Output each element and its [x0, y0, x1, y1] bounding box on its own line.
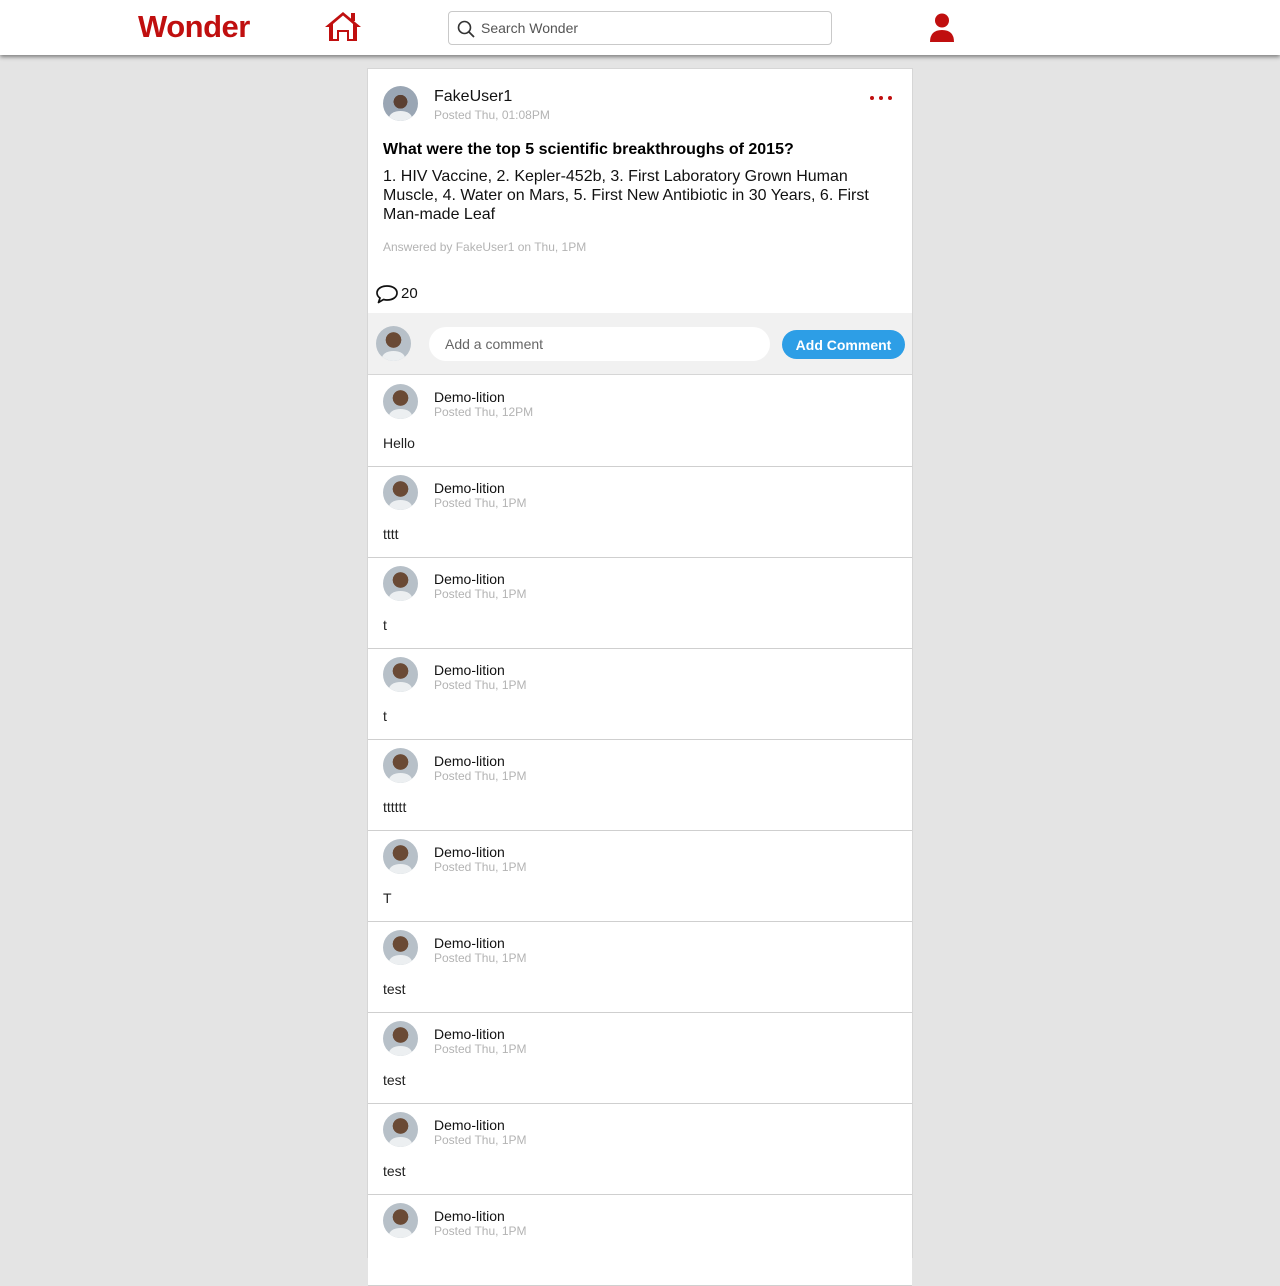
avatar[interactable] [383, 384, 418, 419]
comment-author[interactable]: Demo-lition [434, 1117, 505, 1133]
comment-text: tttt [383, 526, 399, 542]
comment-list: Demo-lition Posted Thu, 12PM Hello Demo-… [368, 376, 912, 1286]
comment-timestamp: Posted Thu, 1PM [434, 678, 527, 692]
comment-text: test [383, 981, 406, 997]
comment-item: Demo-lition Posted Thu, 12PM Hello [368, 376, 912, 467]
comment-text: T [383, 890, 392, 906]
answered-by: Answered by FakeUser1 on Thu, 1PM [383, 240, 587, 254]
avatar[interactable] [383, 475, 418, 510]
comment-compose: Add Comment [368, 313, 912, 375]
avatar[interactable] [383, 566, 418, 601]
comment-item: Demo-lition Posted Thu, 1PM test [368, 922, 912, 1013]
post-author[interactable]: FakeUser1 [434, 88, 512, 106]
comment-item: Demo-lition Posted Thu, 1PM [368, 1195, 912, 1286]
comment-item: Demo-lition Posted Thu, 1PM tttttt [368, 740, 912, 831]
avatar[interactable] [383, 1203, 418, 1238]
more-options-icon[interactable] [870, 90, 892, 106]
avatar[interactable] [383, 1021, 418, 1056]
post-header: FakeUser1 Posted Thu, 01:08PM [383, 86, 897, 126]
search-input[interactable] [481, 13, 821, 43]
comment-timestamp: Posted Thu, 1PM [434, 1042, 527, 1056]
home-icon[interactable] [324, 10, 362, 43]
comment-author[interactable]: Demo-lition [434, 389, 505, 405]
comment-timestamp: Posted Thu, 1PM [434, 1224, 527, 1238]
comment-author[interactable]: Demo-lition [434, 480, 505, 496]
comment-input[interactable] [429, 327, 770, 361]
avatar [376, 326, 411, 361]
comment-text: Hello [383, 435, 415, 451]
comment-author[interactable]: Demo-lition [434, 1026, 505, 1042]
comment-item: Demo-lition Posted Thu, 1PM t [368, 558, 912, 649]
search-icon [457, 20, 475, 38]
comment-item: Demo-lition Posted Thu, 1PM T [368, 831, 912, 922]
wonder-logo[interactable]: Wonder [138, 9, 250, 45]
comment-author[interactable]: Demo-lition [434, 753, 505, 769]
comment-item: Demo-lition Posted Thu, 1PM t [368, 649, 912, 740]
comment-timestamp: Posted Thu, 1PM [434, 1133, 527, 1147]
comment-text: tttttt [383, 799, 407, 815]
comment-text: t [383, 617, 387, 633]
answer-text: 1. HIV Vaccine, 2. Kepler-452b, 3. First… [383, 168, 869, 223]
comment-author[interactable]: Demo-lition [434, 1208, 505, 1224]
post-card: FakeUser1 Posted Thu, 01:08PM What were … [367, 68, 913, 1286]
avatar[interactable] [383, 839, 418, 874]
avatar[interactable] [383, 1112, 418, 1147]
comment-text: test [383, 1072, 406, 1088]
avatar[interactable] [383, 748, 418, 783]
top-navbar: Wonder [0, 0, 1280, 55]
comment-timestamp: Posted Thu, 12PM [434, 405, 534, 419]
comment-timestamp: Posted Thu, 1PM [434, 587, 527, 601]
user-icon[interactable] [929, 13, 955, 43]
comment-timestamp: Posted Thu, 1PM [434, 951, 527, 965]
question-title: What were the top 5 scientific breakthro… [383, 141, 794, 158]
comment-item: Demo-lition Posted Thu, 1PM test [368, 1104, 912, 1195]
avatar[interactable] [383, 86, 418, 121]
comment-timestamp: Posted Thu, 1PM [434, 860, 527, 874]
comment-timestamp: Posted Thu, 1PM [434, 496, 527, 510]
comment-bubble-icon [376, 285, 398, 304]
comment-item: Demo-lition Posted Thu, 1PM tttt [368, 467, 912, 558]
comment-author[interactable]: Demo-lition [434, 662, 505, 678]
comment-author[interactable]: Demo-lition [434, 844, 505, 860]
comment-text: test [383, 1163, 406, 1179]
avatar[interactable] [383, 930, 418, 965]
post-timestamp: Posted Thu, 01:08PM [434, 108, 550, 122]
add-comment-button[interactable]: Add Comment [782, 330, 905, 359]
comment-author[interactable]: Demo-lition [434, 571, 505, 587]
comment-author[interactable]: Demo-lition [434, 935, 505, 951]
comment-timestamp: Posted Thu, 1PM [434, 769, 527, 783]
avatar[interactable] [383, 657, 418, 692]
search-bar [448, 11, 832, 45]
comment-count: 20 [401, 285, 418, 302]
comment-text: t [383, 708, 387, 724]
comment-item: Demo-lition Posted Thu, 1PM test [368, 1013, 912, 1104]
